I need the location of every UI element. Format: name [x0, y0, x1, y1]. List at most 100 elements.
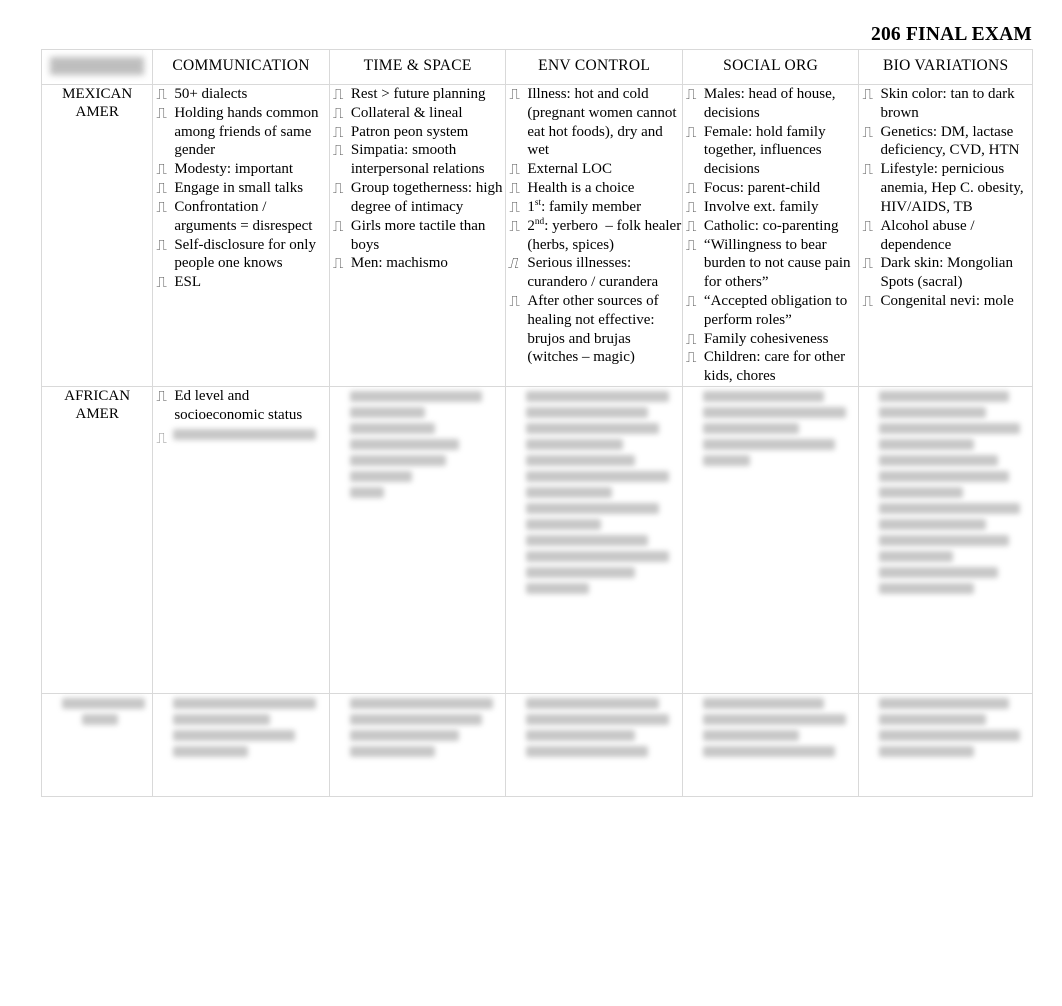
list-item-text: Engage in small talks	[174, 180, 304, 197]
list-item: ⎍ Skin color: tan to dark brown	[859, 85, 1032, 123]
list-item-text: Involve ext. family	[703, 198, 819, 215]
table-header-row: COMMUNICATION TIME & SPACE ENV CONTROL S…	[40, 49, 1033, 85]
illegible-line	[879, 455, 999, 466]
bullet-box-icon: ⎍	[685, 179, 697, 198]
list-item-text: Group togetherness: high degree of intim…	[350, 180, 503, 215]
row-label-redacted	[40, 693, 154, 797]
table-row: MEXICAN AMER ⎍ 50+ dialects ⎍ Holding hand…	[40, 84, 1033, 387]
cell-mexican-bio-variations: ⎍ Skin color: tan to dark brown ⎍ Genetics…	[858, 84, 1033, 387]
illegible-line	[81, 714, 118, 725]
row-label-line1: MEXICAN	[62, 86, 133, 102]
list-item-text: “Accepted obligation to perform roles”	[703, 292, 848, 328]
list-item: ⎍ Involve ext. family	[683, 198, 859, 217]
list-item: ⎍ “Accepted obligation to perform roles”	[683, 292, 859, 330]
illegible-content	[683, 391, 859, 466]
bullet-box-icon: ⎍	[685, 197, 697, 216]
illegible-line	[879, 698, 1010, 709]
illegible-line	[349, 407, 425, 418]
illegible-line	[702, 730, 800, 741]
bullet-box-icon: ⎍	[332, 103, 344, 122]
list-item: ⎍ Alcohol abuse / dependence	[859, 217, 1032, 255]
bullet-list: ⎍ Skin color: tan to dark brown ⎍ Genetics…	[859, 85, 1032, 311]
illegible-line	[349, 455, 447, 466]
bullet-box-icon: ⎍	[156, 160, 167, 179]
illegible-line	[702, 698, 825, 709]
bullet-box-icon: ⎍	[332, 85, 344, 103]
illegible-line	[349, 746, 436, 757]
bullet-box-icon: ⎍	[156, 179, 167, 198]
list-item-text-ordinal-first: 1st: family member	[527, 197, 642, 215]
illegible-line	[526, 698, 659, 709]
bullet-box-icon: ⎍	[862, 291, 873, 310]
illegible-line	[173, 730, 295, 741]
illegible-line	[879, 423, 1020, 434]
list-item-text: Simpatia: smooth interpersonal relations	[350, 142, 485, 178]
illegible-line	[879, 535, 1010, 546]
illegible-line	[349, 487, 385, 498]
bullet-box-icon: ⎍	[685, 216, 697, 235]
bullet-box-icon: ⎍	[862, 122, 873, 141]
illegible-line	[349, 471, 413, 482]
table-row	[40, 693, 1033, 797]
list-item: ⎍ Congenital nevi: mole	[859, 292, 1032, 311]
illegible-line	[702, 714, 846, 725]
list-item-text: Males: head of house, decisions	[703, 86, 836, 121]
list-item: ⎍ Modesty: important	[153, 160, 329, 179]
illegible-line	[702, 439, 836, 450]
document-page: 206 FINAL EXAM COMMUNICATION TIME & SPAC…	[0, 0, 1062, 1006]
bullet-box-icon: ⎍	[509, 85, 520, 103]
row-label-mexican-amer: MEXICAN AMER	[40, 84, 154, 387]
bullet-box-icon: ⎍	[509, 160, 520, 179]
list-item: ⎍ After other sources of healing not effe…	[506, 292, 682, 367]
list-item-text: Dark skin: Mongolian Spots (sacral)	[880, 255, 1013, 291]
illegible-line	[879, 583, 975, 594]
list-item: ⎍ Genetics: DM, lactase deficiency, CVD, …	[859, 123, 1032, 161]
illegible-line	[526, 487, 612, 498]
list-item-text: “Willingness to bear burden to not cause…	[703, 236, 851, 291]
bullet-box-icon: ⎍	[156, 85, 167, 103]
list-item-text: Holding hands common among friends of sa…	[174, 104, 319, 159]
illegible-line	[349, 439, 459, 450]
illegible-line	[702, 423, 800, 434]
bullet-box-icon: ⎍	[156, 387, 167, 405]
cell-mexican-time-space: ⎍ Rest > future planning ⎍ Collateral & li…	[328, 84, 507, 387]
list-item-text: Rest > future planning	[350, 86, 486, 102]
row-label-african-amer: AFRICAN AMER	[40, 386, 154, 694]
bullet-list: ⎍ 50+ dialects ⎍ Holding hands common amon…	[153, 85, 329, 292]
list-item-text: Patron peon system	[350, 123, 469, 140]
illegible-line	[526, 730, 636, 741]
illegible-line	[526, 455, 636, 466]
illegible-content	[506, 391, 682, 594]
illegible-line	[349, 423, 436, 434]
header-env-control: ENV CONTROL	[505, 49, 683, 85]
illegible-line	[879, 471, 1010, 482]
illegible-content	[683, 698, 859, 757]
list-item: ⎍ Simpatia: smooth interpersonal relation…	[330, 141, 506, 179]
list-item: ⎍ Group togetherness: high degree of inti…	[330, 179, 506, 217]
list-item: ⎍ 2nd: yerbero – folk healer (herbs, spic…	[506, 217, 682, 255]
cell-row3-bio-variations	[858, 693, 1033, 797]
illegible-line	[173, 714, 270, 725]
list-item: ⎍ Patron peon system	[330, 123, 506, 142]
list-item-text: Modesty: important	[174, 161, 294, 178]
list-item: ⎍ “Willingness to bear burden to not caus…	[683, 236, 859, 292]
cultural-assessment-table: COMMUNICATION TIME & SPACE ENV CONTROL S…	[40, 49, 1033, 797]
list-item: ⎍ 50+ dialects	[153, 85, 329, 104]
list-item: ⎍ Catholic: co-parenting	[683, 217, 859, 236]
list-item: ⎍ Family cohesiveness	[683, 330, 859, 349]
list-item: ⎍ Girls more tactile than boys	[330, 217, 506, 255]
cell-row3-communication	[152, 693, 330, 797]
list-item-text: 50+ dialects	[174, 86, 248, 102]
illegible-line	[879, 439, 975, 450]
cell-mexican-social-org: ⎍ Males: head of house, decisions ⎍ Female…	[681, 84, 860, 387]
list-item-text: Self-disclosure for only people one know…	[174, 236, 316, 272]
illegible-line	[879, 746, 975, 757]
illegible-content	[506, 698, 682, 757]
cell-row3-time-space	[328, 693, 507, 797]
illegible-content: ⎍	[153, 428, 329, 447]
bullet-box-icon: ⎍	[685, 122, 697, 141]
list-item-text: Illness: hot and cold (pregnant women ca…	[527, 86, 677, 159]
cell-mexican-env-control: ⎍ Illness: hot and cold (pregnant women c…	[505, 84, 683, 387]
illegible-line	[526, 407, 648, 418]
cell-african-social-org	[681, 386, 860, 694]
